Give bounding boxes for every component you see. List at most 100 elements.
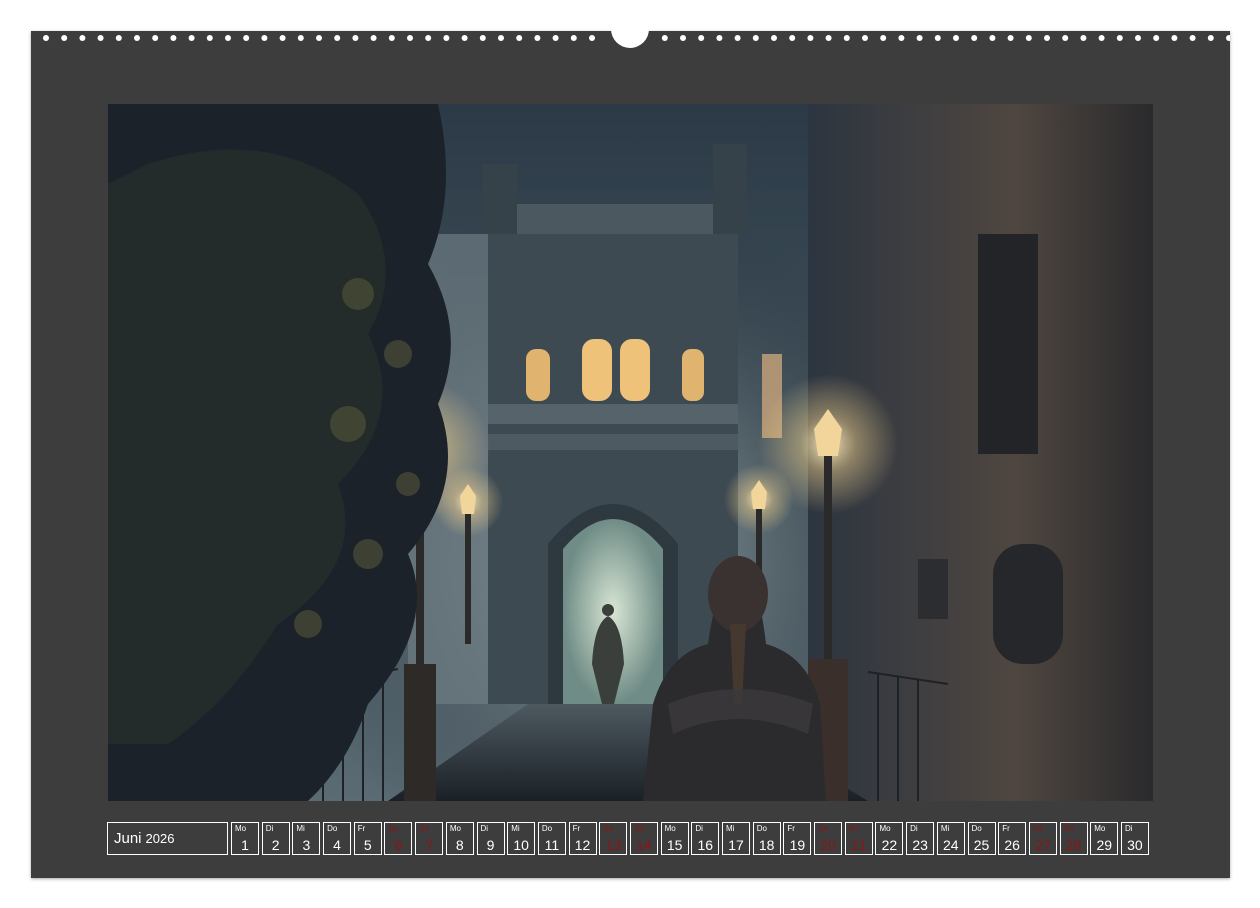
binding-hole: [1116, 35, 1123, 41]
binding-hole: [388, 35, 395, 41]
calendar-strip: Juni 2026 Mo 1 Di 2 Mi 3 Do 4 Fr 5 Sa 6 So 7 Mo 8 Di 9 Mi 1…: [107, 822, 1149, 855]
binding-hole: [479, 35, 486, 41]
day-number: 16: [697, 837, 714, 853]
weekday-label: Fr: [787, 824, 795, 833]
binding-hole: [934, 35, 941, 41]
weekday-label: Sa: [603, 824, 614, 833]
day-number: 12: [574, 837, 591, 853]
day-number: 7: [425, 837, 434, 853]
binding-hole: [825, 35, 832, 41]
weekday-label: So: [1063, 824, 1074, 833]
day-number: 28: [1065, 837, 1082, 853]
day-number: 26: [1004, 837, 1020, 853]
binding-hole: [115, 35, 122, 41]
binding-hole: [170, 35, 177, 41]
day-number: 11: [544, 837, 560, 853]
day-number: 10: [513, 837, 529, 853]
day-cell: Di 23: [906, 822, 935, 855]
binding-hole: [1226, 35, 1230, 41]
binding-hole: [1044, 35, 1050, 41]
day-cell: Fr 26: [998, 822, 1027, 855]
binding-hole: [898, 35, 905, 41]
day-number: 20: [820, 837, 836, 853]
weekday-label: Di: [695, 824, 703, 833]
weekday-label: Sa: [1032, 824, 1043, 833]
day-cell: Fr 5: [353, 822, 382, 855]
binding-hole: [407, 35, 413, 41]
day-cell: So 7: [415, 822, 444, 855]
binding-hole: [534, 35, 541, 41]
weekday-label: Do: [756, 824, 767, 833]
binding-hole: [425, 35, 432, 41]
binding-hole: [43, 35, 49, 41]
day-cell: Do 18: [752, 822, 781, 855]
day-number: 6: [394, 837, 403, 853]
weekday-label: Di: [910, 824, 918, 833]
binding-hole: [1007, 35, 1014, 41]
binding-hole: [989, 35, 996, 41]
binding-hole: [461, 35, 468, 41]
day-number: 27: [1035, 837, 1051, 853]
day-cell: Mi 17: [722, 822, 750, 855]
month-year: 2026: [145, 831, 175, 846]
binding-hole: [516, 35, 523, 41]
binding-hole: [134, 35, 140, 41]
weekday-label: Do: [971, 824, 982, 833]
day-cell: Mi 24: [936, 822, 965, 855]
binding-hole: [443, 35, 450, 41]
day-cell: Sa 20: [814, 822, 843, 855]
binding-hole: [1080, 35, 1087, 41]
binding-hole: [1153, 35, 1160, 41]
weekday-label: So: [419, 824, 429, 833]
weekday-label: Mi: [511, 824, 520, 833]
day-cell: Fr 12: [568, 822, 597, 855]
binding-hole: [552, 35, 559, 41]
binding-hole: [243, 35, 250, 41]
binding-hole: [1025, 35, 1032, 41]
day-number: 15: [666, 837, 683, 853]
binding-hole: [61, 35, 68, 41]
day-cell: Mo 22: [875, 822, 904, 855]
day-number: 19: [789, 837, 806, 853]
binding-hole: [716, 35, 723, 41]
binding-hole: [79, 35, 86, 41]
binding-hole: [261, 35, 268, 41]
day-number: 3: [302, 837, 311, 853]
binding-hole: [206, 35, 213, 41]
weekday-label: Mo: [1094, 824, 1106, 833]
day-cell: Sa 6: [384, 822, 413, 855]
weekday-label: Sa: [388, 824, 399, 833]
day-cell: Di 2: [261, 822, 290, 855]
weekday-label: So: [848, 824, 859, 833]
weekday-label: Fr: [357, 824, 366, 833]
weekday-label: Do: [327, 824, 338, 833]
weekday-label: So: [633, 824, 644, 833]
month-label: Juni 2026: [107, 822, 228, 855]
binding-hole: [1207, 35, 1214, 41]
binding-hole: [225, 35, 231, 41]
weekday-label: Mo: [235, 824, 247, 833]
day-cell: So 21: [844, 822, 873, 855]
day-cell: So 28: [1059, 822, 1088, 855]
weekday-label: Di: [265, 824, 274, 833]
day-cell: Do 4: [323, 822, 352, 855]
day-number: 5: [363, 837, 372, 853]
month-name: Juni: [114, 830, 142, 847]
day-cell: So 14: [629, 822, 658, 855]
binding-hole: [880, 35, 887, 41]
binding-hole: [953, 35, 959, 41]
binding-hole: [152, 35, 159, 41]
weekday-label: Di: [480, 824, 489, 833]
day-number: 17: [728, 837, 744, 853]
binding-hole: [589, 35, 595, 41]
day-number: 13: [605, 837, 622, 853]
binding-hole: [279, 35, 286, 41]
weekday-label: Mi: [726, 824, 735, 833]
binding-hole: [498, 35, 504, 41]
binding-hole: [698, 35, 705, 41]
day-cell: Do 25: [967, 822, 996, 855]
binding-hole: [916, 35, 923, 41]
binding-hole: [316, 35, 322, 41]
binding-hole: [352, 35, 359, 41]
weekday-label: Mo: [879, 824, 891, 833]
